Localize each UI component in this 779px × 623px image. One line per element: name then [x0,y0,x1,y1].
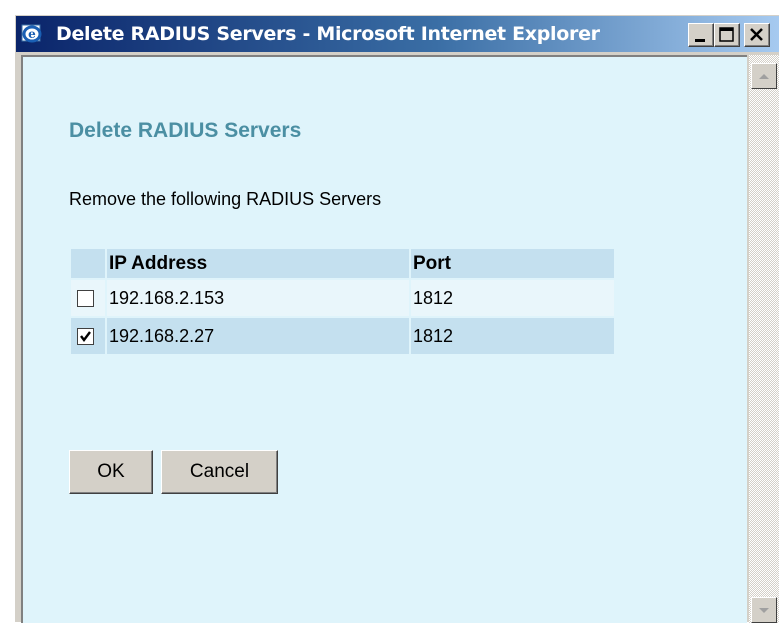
close-button[interactable] [744,23,770,47]
table-row: 192.168.2.153 1812 [71,280,614,316]
scroll-up-button[interactable] [751,63,777,89]
table-header-row: IP Address Port [71,249,614,278]
maximize-button[interactable] [714,23,740,47]
ok-button[interactable]: OK [69,450,153,494]
scroll-down-button[interactable] [751,597,777,623]
header-ip-address: IP Address [107,249,409,278]
radius-servers-table: IP Address Port 192.168.2.153 1812 192.1… [69,247,616,356]
page-heading: Delete RADIUS Servers [69,119,302,142]
server-checkbox[interactable] [77,328,94,346]
svg-text:e: e [28,27,36,41]
title-bar[interactable]: e Delete RADIUS Servers - Microsoft Inte… [16,16,779,52]
checkbox-cell [71,280,105,316]
maximize-icon [719,27,734,42]
header-checkbox-cell [71,249,105,278]
port-cell: 1812 [411,318,614,354]
checkbox-cell [71,318,105,354]
ip-cell: 192.168.2.27 [107,318,409,354]
ie-logo-icon: e [21,24,42,43]
vertical-scrollbar[interactable] [749,55,779,623]
instruction-text: Remove the following RADIUS Servers [69,189,382,209]
minimize-button[interactable] [688,23,714,47]
table-row: 192.168.2.27 1812 [71,318,614,354]
scroll-up-arrow-icon [759,74,769,79]
browser-window: e Delete RADIUS Servers - Microsoft Inte… [14,14,779,623]
server-checkbox[interactable] [77,290,94,308]
close-icon [750,28,763,41]
page-content: Delete RADIUS Servers Remove the followi… [21,55,747,623]
ip-cell: 192.168.2.153 [107,280,409,316]
checkmark-icon [80,331,91,343]
cancel-button[interactable]: Cancel [161,450,278,494]
minimize-icon [695,39,705,42]
port-cell: 1812 [411,280,614,316]
window-title: Delete RADIUS Servers - Microsoft Intern… [56,23,600,45]
scroll-down-arrow-icon [759,608,769,613]
header-port: Port [411,249,614,278]
